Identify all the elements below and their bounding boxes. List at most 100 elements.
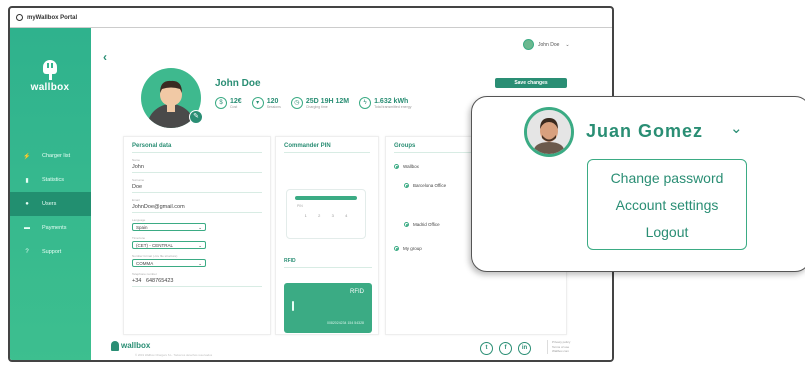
group-name: Barcelona Office (413, 183, 447, 188)
stat-label: Total transmitted energy (374, 104, 412, 109)
stat-value: 120 (266, 97, 279, 105)
user-menu-popup: Juan Gomez ⌄ Change password Account set… (471, 96, 805, 272)
back-arrow-icon[interactable]: ‹ (103, 50, 107, 64)
chevron-down-icon: ⌄ (198, 261, 202, 266)
clock-icon: ◷ (290, 97, 303, 109)
pin-digit: 2 (318, 213, 321, 218)
chevron-down-icon: ⌄ (198, 243, 202, 248)
avatar[interactable] (524, 107, 574, 157)
phone-field[interactable]: Telephone number +34 648765423 (132, 267, 262, 287)
select-value: (CET) - CENTRAL (136, 243, 173, 248)
name-field[interactable]: Name John (132, 153, 262, 173)
chevron-down-icon[interactable]: ⌄ (730, 119, 743, 137)
pin-bar (295, 196, 357, 200)
users-icon: ● (25, 201, 29, 207)
wallet-icon: ▬ (24, 225, 30, 231)
menu-item-account-settings[interactable]: Account settings (588, 196, 746, 223)
stat-value: 12€ (230, 97, 242, 105)
header-user-menu[interactable]: John Doe ⌄ (523, 39, 570, 50)
field-value[interactable]: Doe (132, 182, 262, 193)
help-icon: ? (25, 249, 29, 255)
language-select[interactable]: Spain ⌄ (132, 223, 206, 231)
field-value[interactable]: John (132, 162, 262, 173)
sidebar-item-label: Charger list (42, 153, 71, 159)
field-value[interactable]: JohnDoe@gmail.com (132, 202, 262, 213)
sidebar-item-users[interactable]: ● Users (10, 192, 91, 216)
timezone-field[interactable]: Timezone (CET) - CENTRAL ⌄ (132, 231, 262, 249)
window-titlebar: myWallbox Portal (10, 8, 612, 28)
select-value: Spain (136, 225, 148, 230)
wallbox-plug-icon (43, 60, 57, 80)
footer-links: Privacy policy Terms of use Wallbox.com (547, 340, 570, 354)
user-dropdown-menu: Change password Account settings Logout (587, 159, 747, 250)
panel-title: Personal data (132, 137, 262, 153)
facebook-icon[interactable]: f (499, 342, 512, 355)
radio-icon (394, 164, 399, 169)
panel-title: Commander PIN (284, 137, 370, 153)
menu-item-logout[interactable]: Logout (588, 223, 746, 250)
window-title: myWallbox Portal (27, 14, 78, 21)
avatar (523, 39, 534, 50)
social-links: t f in (480, 342, 537, 355)
sidebar-nav: ⚡ Charger list ▮ Statistics ● Users ▬ Pa… (10, 144, 91, 264)
sidebar-item-charger-list[interactable]: ⚡ Charger list (10, 144, 91, 168)
radio-icon (404, 222, 409, 227)
pin-digit: 4 (345, 213, 348, 218)
radio-icon (394, 246, 399, 251)
profile-stats: $ 12€ Cost ▾ 120 Sessions ◷ 25D 19H 12M Cha… (215, 97, 421, 109)
bar-chart-icon: ▮ (25, 177, 29, 184)
profile-name: John Doe (215, 78, 261, 89)
language-field[interactable]: Language Spain ⌄ (132, 213, 262, 231)
edit-avatar-icon[interactable]: ✎ (189, 110, 203, 124)
stat-cost: $ 12€ Cost (215, 97, 242, 109)
timezone-select[interactable]: (CET) - CENTRAL ⌄ (132, 241, 206, 249)
number-format-field[interactable]: Number format (.csv file structure) COMM… (132, 249, 262, 267)
sidebar-item-support[interactable]: ? Support (10, 240, 91, 264)
menu-item-change-password[interactable]: Change password (588, 169, 746, 196)
app-logo-icon (16, 14, 23, 21)
save-changes-button[interactable]: Save changes (495, 78, 567, 88)
field-label: Timezone (132, 236, 146, 240)
pin-digit: 3 (331, 213, 334, 218)
chevron-down-icon: ⌄ (198, 225, 202, 230)
stat-value: 25D 19H 12M (305, 97, 350, 105)
field-label: Language (132, 218, 146, 222)
group-name: Madrid Office (413, 222, 440, 227)
phone-value[interactable]: +34 648765423 (132, 276, 262, 287)
phone-prefix: +34 (132, 278, 142, 284)
sidebar-item-label: Statistics (42, 177, 65, 183)
stat-label: Sessions (266, 104, 281, 109)
sidebar-item-label: Payments (42, 225, 67, 231)
chevron-down-icon: ⌄ (565, 41, 570, 48)
group-name: My group (403, 246, 422, 251)
rfid-card[interactable]: RFID 0082024234 154 54328 (284, 283, 372, 333)
number-format-select[interactable]: COMMA ⌄ (132, 259, 206, 267)
sidebar-item-payments[interactable]: ▬ Payments (10, 216, 91, 240)
footer-link[interactable]: Privacy policy (552, 340, 570, 345)
linkedin-icon[interactable]: in (518, 342, 531, 355)
radio-icon (404, 183, 409, 188)
card-slot (292, 301, 294, 311)
plug-icon: ▾ (251, 97, 264, 109)
sidebar-item-label: Support (42, 249, 62, 255)
twitter-icon[interactable]: t (480, 342, 493, 355)
bolt-icon: ⚡ (23, 153, 31, 160)
sidebar-brand: wallbox (30, 82, 70, 93)
stat-sessions: ▾ 120 Sessions (251, 97, 281, 109)
footer-link[interactable]: Wallbox.com (552, 349, 570, 354)
stat-charging-time: ◷ 25D 19H 12M Charging time (290, 97, 350, 109)
email-field[interactable]: Email JohnDoe@gmail.com (132, 193, 262, 213)
select-value: COMMA (136, 261, 154, 266)
popup-user-name[interactable]: Juan Gomez (586, 121, 703, 142)
sidebar-item-statistics[interactable]: ▮ Statistics (10, 168, 91, 192)
sidebar-logo[interactable]: wallbox (30, 60, 70, 93)
surname-field[interactable]: Surname Doe (132, 173, 262, 193)
pin-display[interactable]: PIN 1 2 3 4 (286, 189, 366, 239)
stat-label: Cost (230, 104, 238, 109)
rfid-card-label: RFID (350, 289, 364, 295)
pin-label: PIN (297, 204, 303, 208)
header-user-name: John Doe (538, 41, 560, 48)
group-name: Wallbox (403, 164, 419, 169)
stat-energy: ϟ 1.632 kWh Total transmitted energy (359, 97, 411, 109)
sidebar: wallbox ⚡ Charger list ▮ Statistics ● Us… (10, 28, 91, 360)
